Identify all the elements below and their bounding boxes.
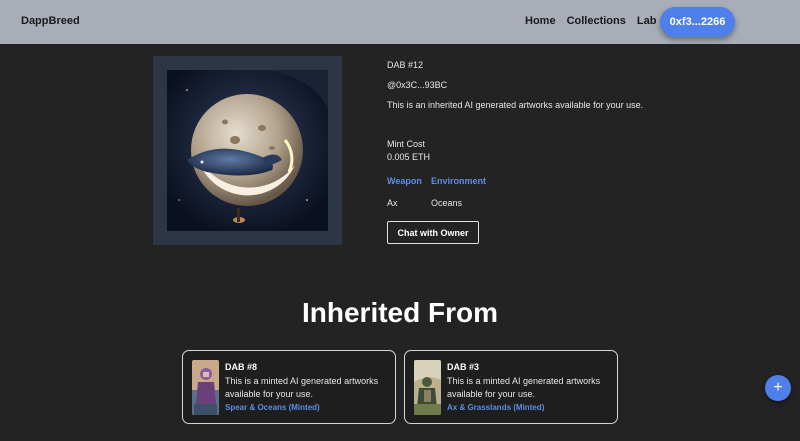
trait-value-weapon: Ax: [387, 198, 398, 208]
owner-address[interactable]: @0x3C...93BC: [387, 80, 447, 90]
inherited-card-description: This is a minted AI generated artworks a…: [225, 376, 379, 399]
trait-key-environment[interactable]: Environment: [431, 176, 486, 186]
inherited-card-description: This is a minted AI generated artworks a…: [447, 376, 601, 399]
inherited-from-heading: Inherited From: [301, 297, 498, 328]
add-floating-button[interactable]: +: [765, 375, 791, 401]
mint-cost-label: Mint Cost: [387, 139, 426, 149]
mint-cost-value: 0.005 ETH: [387, 152, 431, 162]
nft-title: DAB #12: [387, 60, 424, 70]
moon-whale-artwork-image: [167, 70, 328, 231]
inherited-card-dab-3[interactable]: DAB #3 This is a minted AI generated art…: [404, 350, 618, 424]
inherited-card-traits: Spear & Oceans (Minted): [225, 403, 320, 412]
inherited-thumbnail: [414, 360, 441, 415]
inherited-card-traits: Ax & Grasslands (Minted): [447, 403, 545, 412]
wallet-address-button[interactable]: 0xf3...2266: [660, 7, 735, 37]
nav-link-collections[interactable]: Collections: [567, 15, 626, 27]
inherited-card-title: DAB #3: [447, 362, 480, 372]
inherited-card-title: DAB #8: [225, 362, 258, 372]
trait-key-weapon[interactable]: Weapon: [387, 176, 422, 186]
brand-logo[interactable]: DappBreed: [21, 15, 80, 27]
inherited-thumbnail: [192, 360, 219, 415]
artwork-frame: [153, 56, 342, 245]
nav-links: Home Collections Lab: [525, 15, 656, 27]
nav-link-lab[interactable]: Lab: [637, 15, 657, 27]
artwork-image: [167, 70, 328, 231]
grasslands-thumbnail-image: [414, 360, 441, 415]
inherited-card-dab-8[interactable]: DAB #8 This is a minted AI generated art…: [182, 350, 396, 424]
warrior-thumbnail-image: [192, 360, 219, 415]
nft-description: This is an inherited AI generated artwor…: [387, 100, 644, 110]
chat-with-owner-button[interactable]: Chat with Owner: [387, 221, 479, 244]
navbar: DappBreed Home Collections Lab 0xf3...22…: [0, 0, 800, 44]
plus-icon: +: [773, 379, 783, 396]
trait-value-environment: Oceans: [431, 198, 463, 208]
nav-link-home[interactable]: Home: [525, 15, 556, 27]
